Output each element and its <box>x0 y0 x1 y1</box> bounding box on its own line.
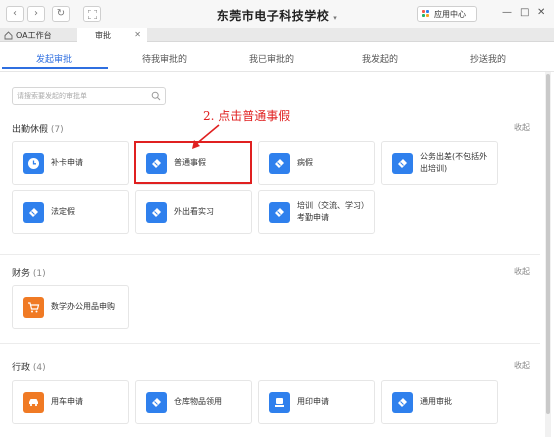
chevron-down-icon: ▾ <box>333 14 338 22</box>
vertical-scrollbar[interactable] <box>545 72 551 437</box>
ribbon-icon <box>392 153 413 174</box>
approval-card-general-approval[interactable]: 通用审批 <box>381 380 498 424</box>
subtab-pending[interactable]: 待我审批的 <box>142 52 187 65</box>
tab-approval[interactable]: 审批 ✕ <box>77 28 147 42</box>
annotation-text: 2. 点击普通事假 <box>203 109 291 123</box>
search-box[interactable] <box>12 87 166 105</box>
home-icon <box>4 30 13 39</box>
app-center-button[interactable]: 应用中心 <box>417 6 477 22</box>
subtab-approved[interactable]: 我已审批的 <box>249 52 294 65</box>
window-titlebar: ‹ › ↻ 东莞市电子科技学校 ▾ 应用中心 — □ ✕ <box>0 0 554 28</box>
subtab-initiated-by-me[interactable]: 我发起的 <box>362 52 398 65</box>
subtab-cc-me[interactable]: 抄送我的 <box>470 52 506 65</box>
ribbon-icon <box>146 392 167 413</box>
ribbon-icon <box>23 202 44 223</box>
subtab-initiate[interactable]: 发起审批 <box>36 52 72 65</box>
approval-card-vehicle-request[interactable]: 用车申请 <box>12 380 129 424</box>
ribbon-icon <box>146 202 167 223</box>
ribbon-icon <box>269 153 290 174</box>
section-divider <box>0 254 540 255</box>
close-tab-icon[interactable]: ✕ <box>134 30 141 39</box>
collapse-administration-link[interactable]: 收起 <box>514 360 530 371</box>
section-title-attendance: 出勤休假 (7) <box>12 125 64 135</box>
section-divider <box>0 343 540 344</box>
section-title-finance: 财务 (1) <box>12 269 46 279</box>
car-icon <box>23 392 44 413</box>
collapse-attendance-link[interactable]: 收起 <box>514 122 530 133</box>
approval-card-seal-request[interactable]: 用印申请 <box>258 380 375 424</box>
minimize-icon[interactable]: — <box>502 8 512 18</box>
annotation-highlight-box <box>134 141 252 184</box>
ribbon-icon <box>392 392 413 413</box>
approval-card-training-attendance[interactable]: 培训（交流、学习）考勤申请 <box>258 190 375 234</box>
search-icon[interactable] <box>151 91 161 101</box>
approval-card-card-replacement[interactable]: 补卡申请 <box>12 141 129 185</box>
stamp-icon <box>269 392 290 413</box>
section-title-administration: 行政 (4) <box>12 363 46 373</box>
approval-card-internship-visit[interactable]: 外出看实习 <box>135 190 252 234</box>
approval-card-warehouse-items[interactable]: 仓库物品领用 <box>135 380 252 424</box>
approval-card-sick-leave[interactable]: 病假 <box>258 141 375 185</box>
app-grid-icon <box>422 10 430 18</box>
tab-oa-workbench[interactable]: OA工作台 <box>0 28 76 42</box>
close-window-icon[interactable]: ✕ <box>537 8 545 18</box>
tab-bar: OA工作台 审批 ✕ <box>0 28 554 42</box>
active-tab-indicator <box>2 67 108 69</box>
scrollbar-thumb[interactable] <box>546 74 550 414</box>
maximize-icon[interactable]: □ <box>520 8 529 18</box>
collapse-finance-link[interactable]: 收起 <box>514 266 530 277</box>
search-input[interactable] <box>17 90 147 102</box>
approval-card-statutory-leave[interactable]: 法定假 <box>12 190 129 234</box>
approval-card-business-trip[interactable]: 公务出差(不包括外出培训) <box>381 141 498 185</box>
clock-icon <box>23 153 44 174</box>
ribbon-icon <box>269 202 290 223</box>
cart-icon <box>23 297 44 318</box>
approval-card-office-supplies[interactable]: 数学办公用品申购 <box>12 285 129 329</box>
